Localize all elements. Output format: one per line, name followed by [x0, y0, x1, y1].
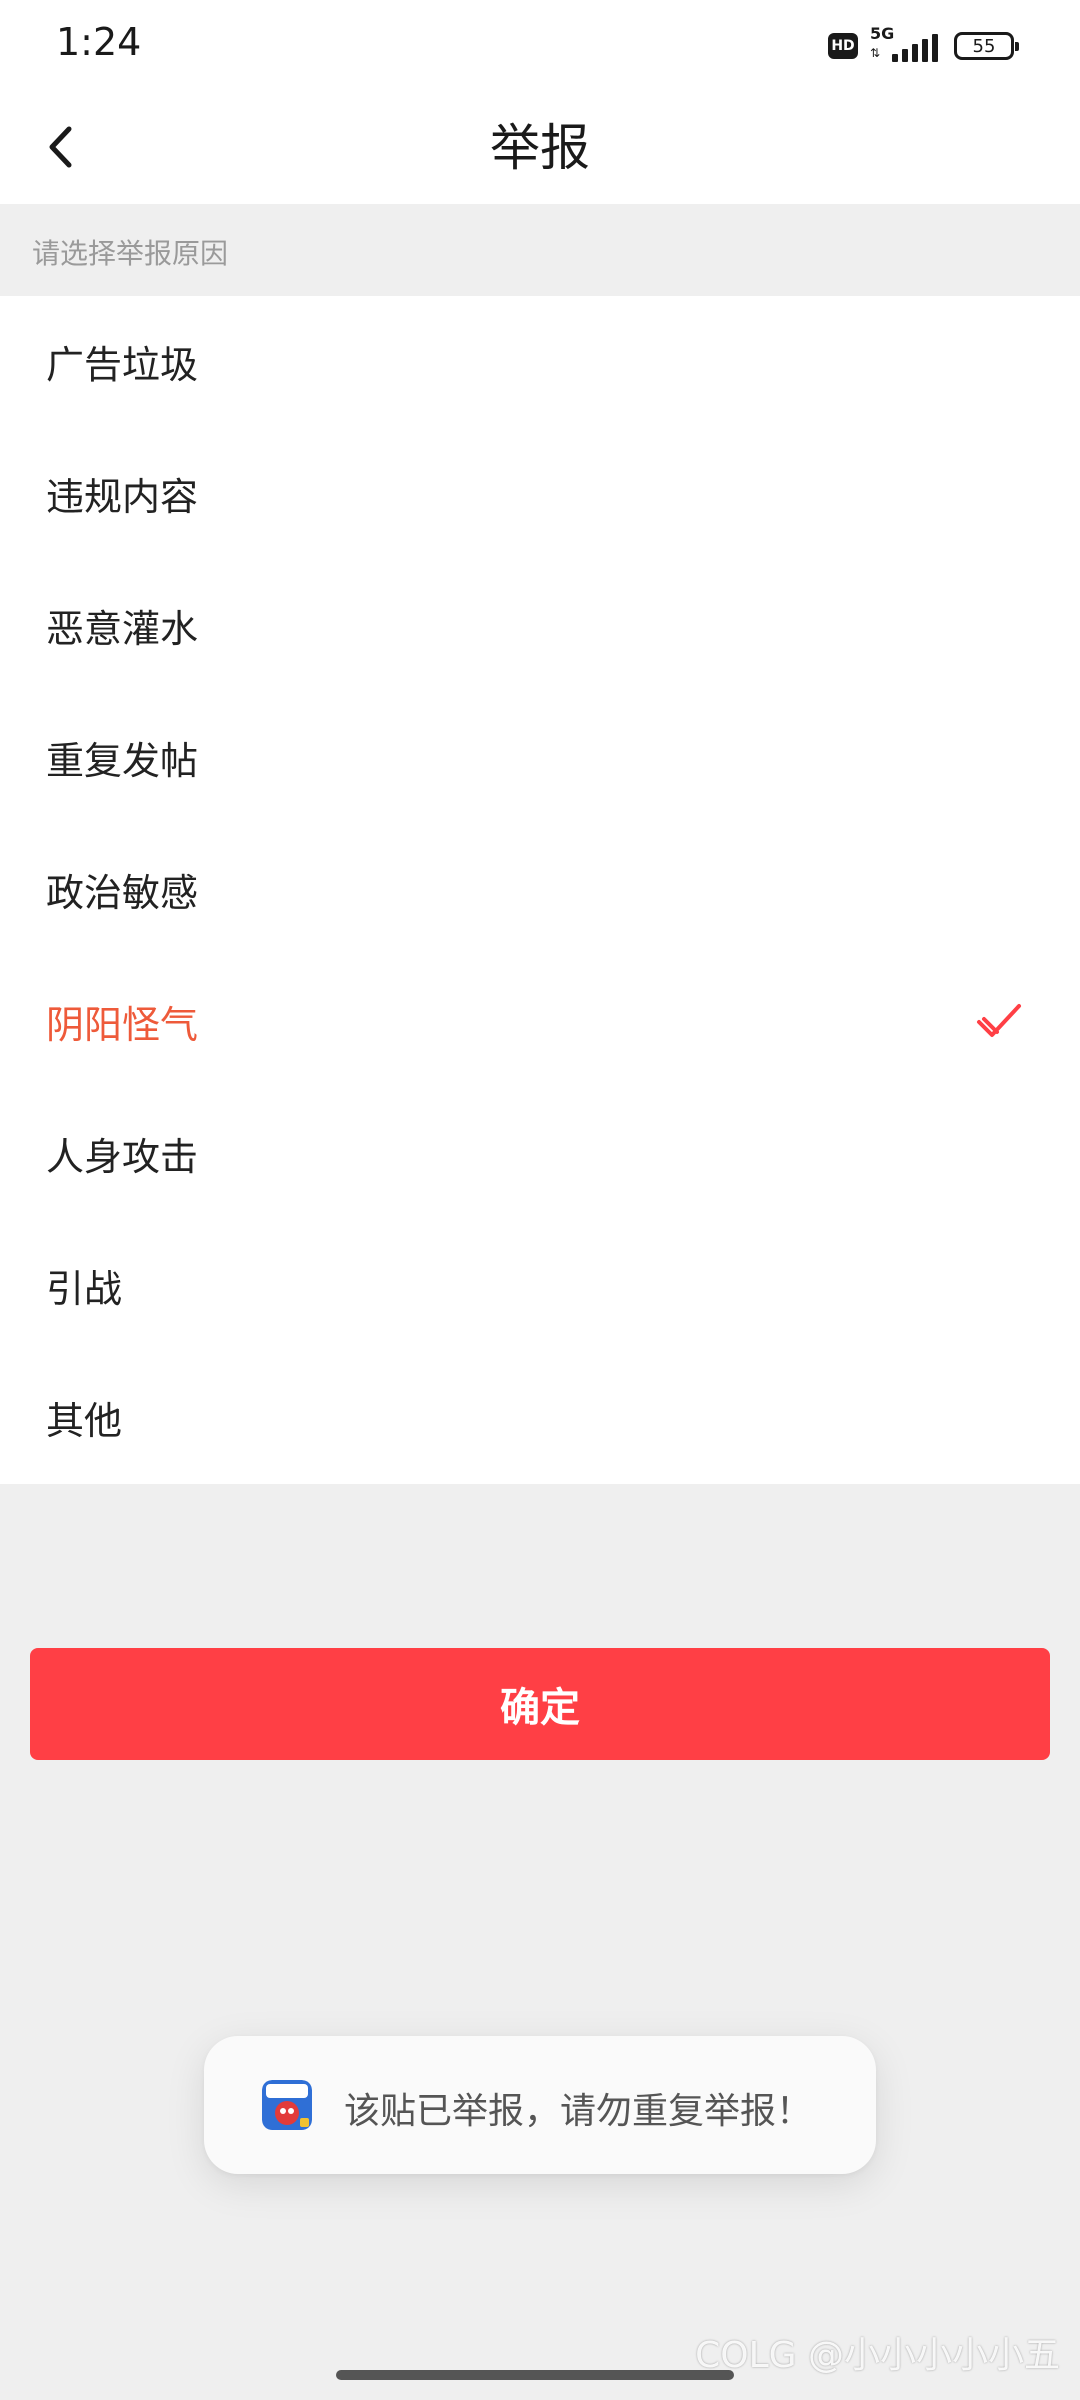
cellular-signal-icon: 5G ⇅ [870, 24, 942, 64]
section-hint: 请选择举报原因 [0, 204, 1080, 296]
status-bar: 1:24 HD 5G ⇅ 55 [0, 0, 1080, 90]
reason-item-sarcasm[interactable]: 阴阳怪气 [0, 956, 1080, 1088]
watermark: COLG @小小小小小五 [695, 2335, 1060, 2376]
network-type: 5G [870, 24, 895, 43]
nav-bar: 举报 [0, 90, 1080, 204]
reason-item-political[interactable]: 政治敏感 [0, 824, 1080, 956]
toast-message: 该贴已举报，请勿重复举报！ [344, 2091, 813, 2132]
reason-item-other[interactable]: 其他 [0, 1352, 1080, 1484]
status-time: 1:24 [56, 20, 142, 64]
hint-text: 请选择举报原因 [32, 237, 229, 270]
reason-label: 政治敏感 [46, 871, 199, 915]
reason-list: 广告垃圾 违规内容 恶意灌水 重复发帖 政治敏感 阴阳怪气 人身攻击 引战 其他 [0, 296, 1080, 1484]
colg-app-icon [262, 2080, 312, 2130]
battery-level: 55 [972, 35, 996, 57]
reason-label: 恶意灌水 [46, 607, 199, 651]
toast: 该贴已举报，请勿重复举报！ [204, 2036, 876, 2174]
data-arrows-icon: ⇅ [870, 46, 881, 60]
reason-item-spam[interactable]: 恶意灌水 [0, 560, 1080, 692]
hd-badge: HD [828, 33, 858, 59]
page-title: 举报 [490, 119, 590, 177]
battery-icon: 55 [954, 32, 1019, 60]
reason-label: 其他 [46, 1399, 123, 1443]
reason-item-violation[interactable]: 违规内容 [0, 428, 1080, 560]
reason-label: 重复发帖 [46, 739, 199, 783]
reason-label: 人身攻击 [46, 1135, 199, 1179]
confirm-button[interactable]: 确定 [30, 1648, 1050, 1760]
reason-item-duplicate[interactable]: 重复发帖 [0, 692, 1080, 824]
reason-label: 阴阳怪气 [46, 1003, 199, 1047]
status-icons: HD 5G ⇅ 55 [828, 24, 1019, 66]
checkmark-icon [976, 998, 1022, 1044]
reason-label: 广告垃圾 [46, 343, 199, 387]
reason-item-flamebait[interactable]: 引战 [0, 1220, 1080, 1352]
signal-bars-icon [892, 32, 940, 62]
home-indicator[interactable] [336, 2370, 734, 2380]
reason-item-personal-attack[interactable]: 人身攻击 [0, 1088, 1080, 1220]
reason-label: 引战 [46, 1267, 123, 1311]
reason-item-ads[interactable]: 广告垃圾 [0, 296, 1080, 428]
reason-label: 违规内容 [46, 475, 199, 519]
